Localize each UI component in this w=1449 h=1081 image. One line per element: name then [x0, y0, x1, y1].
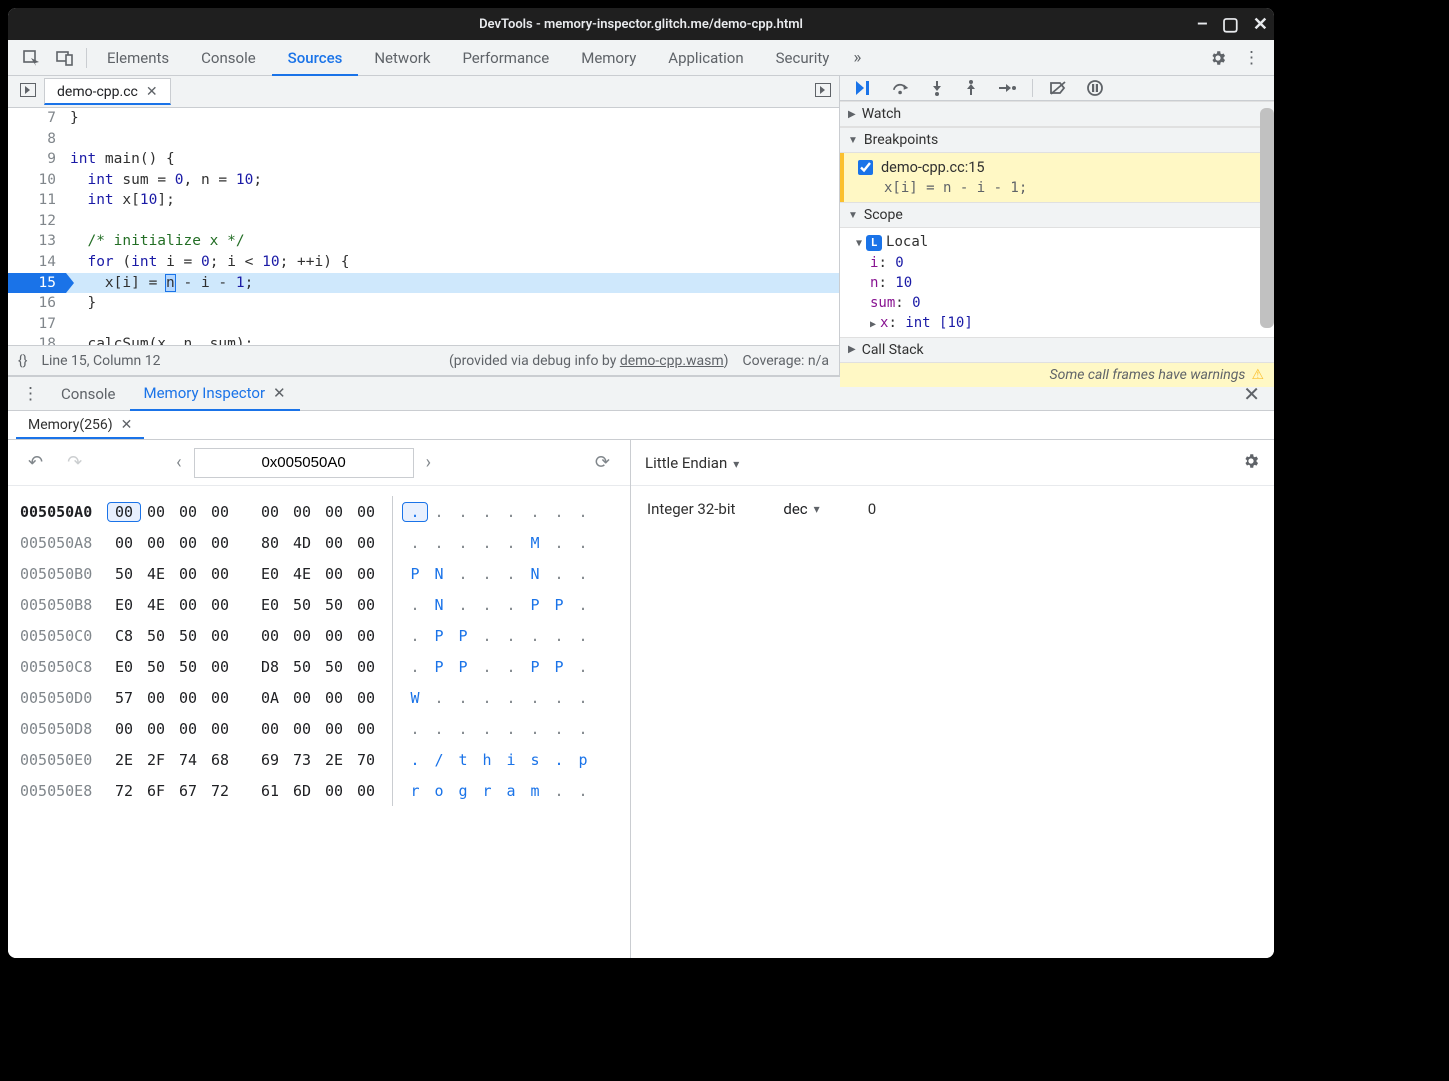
navigator-toggle-icon[interactable] — [12, 79, 44, 105]
step-into-icon[interactable] — [922, 76, 952, 100]
file-tab[interactable]: demo-cpp.cc ✕ — [44, 78, 171, 105]
cursor-position: Line 15, Column 12 — [41, 353, 160, 369]
minimize-icon[interactable]: – — [1196, 14, 1207, 35]
close-tab-icon[interactable]: ✕ — [273, 376, 286, 410]
device-toggle-icon[interactable] — [48, 43, 82, 73]
wasm-link[interactable]: demo-cpp.wasm — [620, 353, 724, 369]
watch-section-header[interactable]: ▶Watch — [840, 101, 1274, 127]
breakpoint-location: demo-cpp.cc:15 — [881, 159, 985, 176]
address-input[interactable] — [194, 448, 414, 478]
step-icon[interactable] — [990, 77, 1024, 99]
close-memory-tab-icon[interactable]: ✕ — [121, 417, 133, 433]
pause-on-exceptions-icon[interactable] — [1079, 76, 1111, 100]
value-type-label: Integer 32-bit — [647, 500, 735, 518]
tab-console[interactable]: Console — [185, 40, 272, 76]
scope-section-header[interactable]: ▼Scope — [840, 202, 1274, 228]
memory-inspector-tab[interactable]: Memory Inspector ✕ — [130, 377, 300, 411]
tab-elements[interactable]: Elements — [91, 40, 185, 76]
maximize-icon[interactable]: ▢ — [1222, 14, 1239, 35]
drawer-menu-icon[interactable]: ⋮ — [14, 380, 47, 408]
panel-tabs: ElementsConsoleSourcesNetworkPerformance… — [8, 40, 1274, 76]
breakpoint-item[interactable]: demo-cpp.cc:15 x[i] = n - i - 1; — [840, 153, 1274, 202]
pretty-print-icon[interactable]: {} — [18, 353, 27, 369]
scrollbar[interactable] — [1260, 108, 1274, 328]
more-tabs-icon[interactable]: » — [845, 42, 869, 74]
warning-icon: ⚠ — [1251, 367, 1264, 383]
window-titlebar: DevTools - memory-inspector.glitch.me/de… — [8, 8, 1274, 40]
window-title: DevTools - memory-inspector.glitch.me/de… — [479, 17, 803, 32]
debugger-toggle-icon[interactable] — [807, 79, 839, 105]
tab-network[interactable]: Network — [358, 40, 446, 76]
tab-memory[interactable]: Memory — [565, 40, 652, 76]
interpreted-value: 0 — [868, 500, 876, 518]
settings-gear-icon[interactable] — [1201, 43, 1235, 73]
tab-application[interactable]: Application — [652, 40, 759, 76]
step-over-icon[interactable] — [884, 76, 918, 100]
resume-icon[interactable] — [846, 76, 880, 100]
interpreter-settings-icon[interactable] — [1242, 452, 1260, 474]
callstack-warning: Some call frames have warnings⚠ — [840, 363, 1274, 387]
debug-info-source: (provided via debug info by demo-cpp.was… — [449, 353, 729, 369]
refresh-icon[interactable]: ⟳ — [587, 448, 618, 477]
close-icon[interactable]: ✕ — [1253, 14, 1268, 35]
breakpoint-checkbox[interactable] — [858, 160, 873, 175]
scope-var-x[interactable]: ▶x: int [10] — [852, 313, 1274, 333]
callstack-section-header[interactable]: ▶Call Stack — [840, 337, 1274, 363]
endianness-select[interactable]: Little Endian▾ — [645, 454, 739, 472]
scope-var-sum: sum: 0 — [852, 293, 1274, 313]
breakpoint-code: x[i] = n - i - 1; — [858, 176, 1264, 196]
close-file-tab-icon[interactable]: ✕ — [146, 84, 158, 100]
inspect-icon[interactable] — [14, 43, 48, 73]
scope-var-i: i: 0 — [852, 253, 1274, 273]
value-format-select[interactable]: dec▾ — [783, 500, 819, 518]
hex-viewer[interactable]: 005050A00000000000000000........005050A8… — [8, 486, 630, 958]
tab-performance[interactable]: Performance — [446, 40, 565, 76]
memory-tab[interactable]: Memory(256) ✕ — [16, 411, 144, 439]
redo-icon[interactable]: ↷ — [59, 448, 90, 477]
tab-sources[interactable]: Sources — [272, 40, 359, 76]
file-tab-label: demo-cpp.cc — [57, 84, 138, 100]
breakpoints-section-header[interactable]: ▼Breakpoints — [840, 127, 1274, 153]
code-editor[interactable]: 7}89int main() {10 int sum = 0, n = 10;1… — [8, 108, 839, 345]
console-tab[interactable]: Console — [47, 377, 130, 411]
prev-page-icon[interactable]: ‹ — [168, 448, 189, 477]
deactivate-breakpoints-icon[interactable] — [1041, 76, 1075, 100]
coverage-status: Coverage: n/a — [743, 353, 829, 369]
step-out-icon[interactable] — [956, 76, 986, 100]
kebab-menu-icon[interactable]: ⋮ — [1235, 42, 1268, 74]
undo-icon[interactable]: ↶ — [20, 448, 51, 477]
scope-var-n: n: 10 — [852, 273, 1274, 293]
tab-security[interactable]: Security — [760, 40, 846, 76]
next-page-icon[interactable]: › — [418, 448, 439, 477]
debugger-pane: ▶Watch ▼Breakpoints demo-cpp.cc:15 x[i] … — [840, 76, 1274, 375]
